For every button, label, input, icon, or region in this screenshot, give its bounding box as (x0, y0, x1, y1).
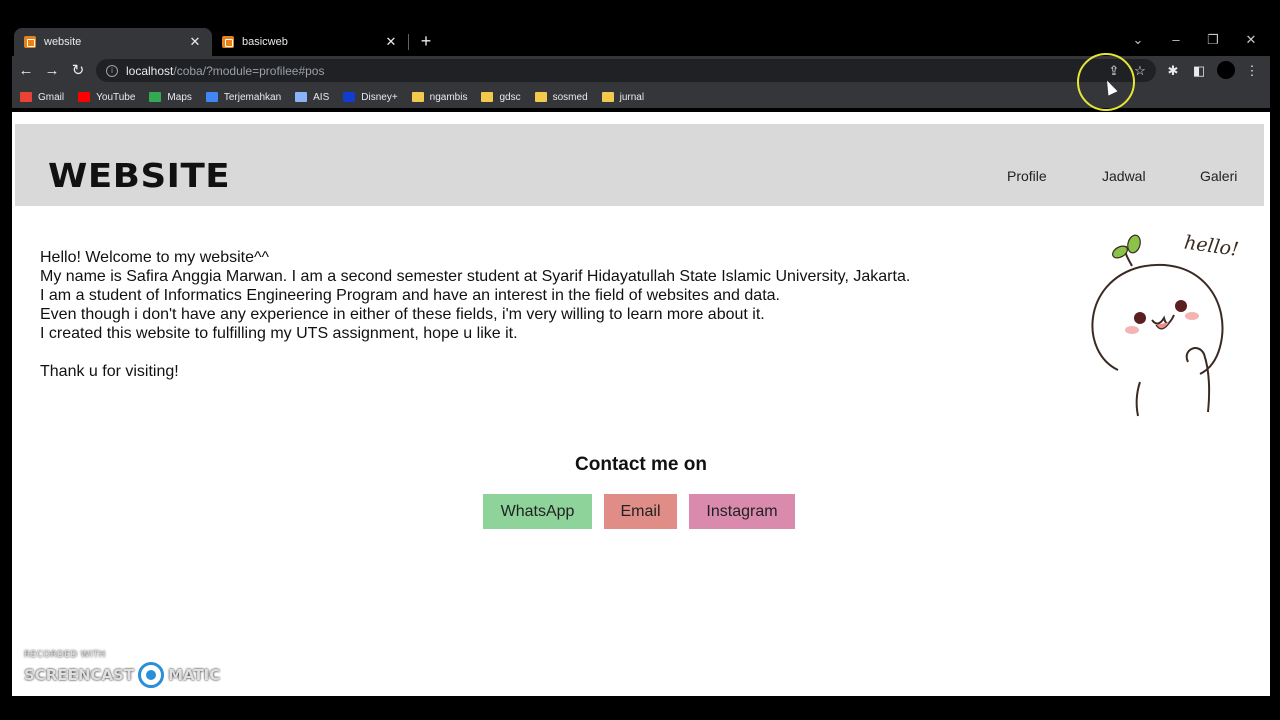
url-path: /coba/?module=profilee#pos (173, 63, 325, 78)
back-arrow-icon[interactable]: ← (15, 60, 37, 82)
ais-icon (295, 92, 308, 102)
forward-arrow-icon[interactable]: → (41, 60, 63, 82)
folder-icon (411, 92, 424, 102)
tab-divider (408, 34, 409, 50)
bookmark-label: sosmed (552, 91, 588, 103)
intro-line: I created this website to fulfilling my … (40, 325, 518, 342)
reload-icon[interactable]: ↻ (67, 60, 89, 82)
site-header: WEBSITE Profile Jadwal Galeri (15, 124, 1264, 206)
bookmark-label: YouTube (96, 91, 136, 103)
screencast-watermark: RECORDED WITH SCREENCAST MATIC (24, 650, 220, 688)
page-viewport: WEBSITE Profile Jadwal Galeri Hello! Wel… (12, 112, 1270, 696)
bookmark-disney[interactable]: Disney+ (343, 91, 398, 103)
bookmark-label: jurnal (619, 91, 645, 103)
bookmark-label: AIS (313, 91, 330, 103)
chrome-menu-icon[interactable]: ⋮ (1241, 60, 1263, 82)
watermark-brand-text-2: MATIC (168, 666, 221, 684)
site-info-icon[interactable]: i (106, 64, 118, 77)
bookmark-label: ngambis (429, 91, 468, 103)
close-tab-icon[interactable]: ✕ (188, 34, 202, 50)
xampp-favicon-icon (24, 36, 36, 48)
screencast-logo-icon (138, 662, 165, 688)
profile-avatar[interactable] (1217, 61, 1235, 79)
bookmark-gmail[interactable]: Gmail (20, 92, 64, 103)
bookmark-terjemahkan[interactable]: Terjemahkan (205, 91, 282, 103)
nav-profile[interactable]: Profile (1007, 168, 1047, 184)
tab-website[interactable]: website ✕ (14, 28, 212, 56)
folder-icon (534, 92, 547, 102)
nav-galeri[interactable]: Galeri (1200, 168, 1237, 184)
minimize-icon[interactable]: – (1166, 30, 1186, 50)
tab-basicweb[interactable]: basicweb ✕ (212, 28, 408, 56)
nav-jadwal[interactable]: Jadwal (1102, 168, 1146, 184)
bookmark-jurnal[interactable]: jurnal (601, 91, 645, 103)
bookmark-ais[interactable]: AIS (295, 92, 329, 103)
contact-title: Contact me on (575, 454, 707, 475)
xampp-favicon-icon (222, 36, 234, 48)
bookmark-sosmed[interactable]: sosmed (534, 91, 588, 103)
thanks-line: Thank u for visiting! (40, 363, 179, 380)
site-logo: WEBSITE (48, 156, 231, 195)
maps-icon (149, 92, 162, 102)
bookmark-gdsc[interactable]: gdsc (481, 91, 521, 103)
close-tab-icon[interactable]: ✕ (384, 34, 398, 50)
youtube-icon (78, 92, 91, 102)
intro-line: Even though i don't have any experience … (40, 306, 765, 323)
gmail-icon (20, 92, 32, 102)
intro-line: I am a student of Informatics Engineerin… (40, 287, 780, 304)
side-panel-icon[interactable]: ◧ (1188, 60, 1210, 82)
bookmark-ngambis[interactable]: ngambis (411, 91, 468, 103)
intro-line: My name is Safira Anggia Marwan. I am a … (40, 268, 911, 285)
tab-title: website (44, 36, 82, 48)
restore-icon[interactable]: ❐ (1203, 30, 1223, 50)
bookmark-youtube[interactable]: YouTube (78, 92, 135, 103)
folder-icon (601, 92, 614, 102)
whatsapp-button[interactable]: WhatsApp (483, 494, 592, 529)
bookmark-label: Gmail (38, 91, 65, 103)
watermark-recorded-text: RECORDED WITH (24, 650, 106, 660)
intro-line: Hello! Welcome to my website^^ (40, 249, 270, 266)
folder-icon (481, 92, 494, 102)
bookmark-label: gdsc (499, 91, 521, 103)
hello-mascot-illustration: hello! (1091, 231, 1240, 417)
bookmark-label: Terjemahkan (223, 91, 282, 103)
instagram-button[interactable]: Instagram (689, 494, 795, 529)
email-button[interactable]: Email (604, 494, 677, 529)
new-tab-button[interactable]: + (416, 30, 436, 52)
translate-icon (205, 92, 218, 102)
tab-title: basicweb (242, 36, 288, 48)
watermark-brand-text: SCREENCAST (24, 666, 135, 684)
contact-buttons: WhatsApp Email Instagram (483, 494, 795, 529)
address-bar[interactable]: i localhost/coba/?module=profilee#pos (96, 59, 1156, 82)
mascot-hello-text: hello! (1183, 231, 1240, 260)
close-window-icon[interactable]: ✕ (1241, 30, 1261, 50)
bookmark-maps[interactable]: Maps (149, 91, 192, 103)
url-host: localhost (126, 63, 174, 78)
bookmark-label: Maps (167, 91, 192, 103)
extensions-puzzle-icon[interactable]: ✱ (1162, 60, 1184, 82)
disney-icon (343, 92, 356, 102)
bookmark-label: Disney+ (361, 91, 398, 103)
tab-search-chevron-icon[interactable]: ⌄ (1128, 30, 1148, 50)
intro-text: Hello! Welcome to my website^^ My name i… (40, 248, 910, 381)
